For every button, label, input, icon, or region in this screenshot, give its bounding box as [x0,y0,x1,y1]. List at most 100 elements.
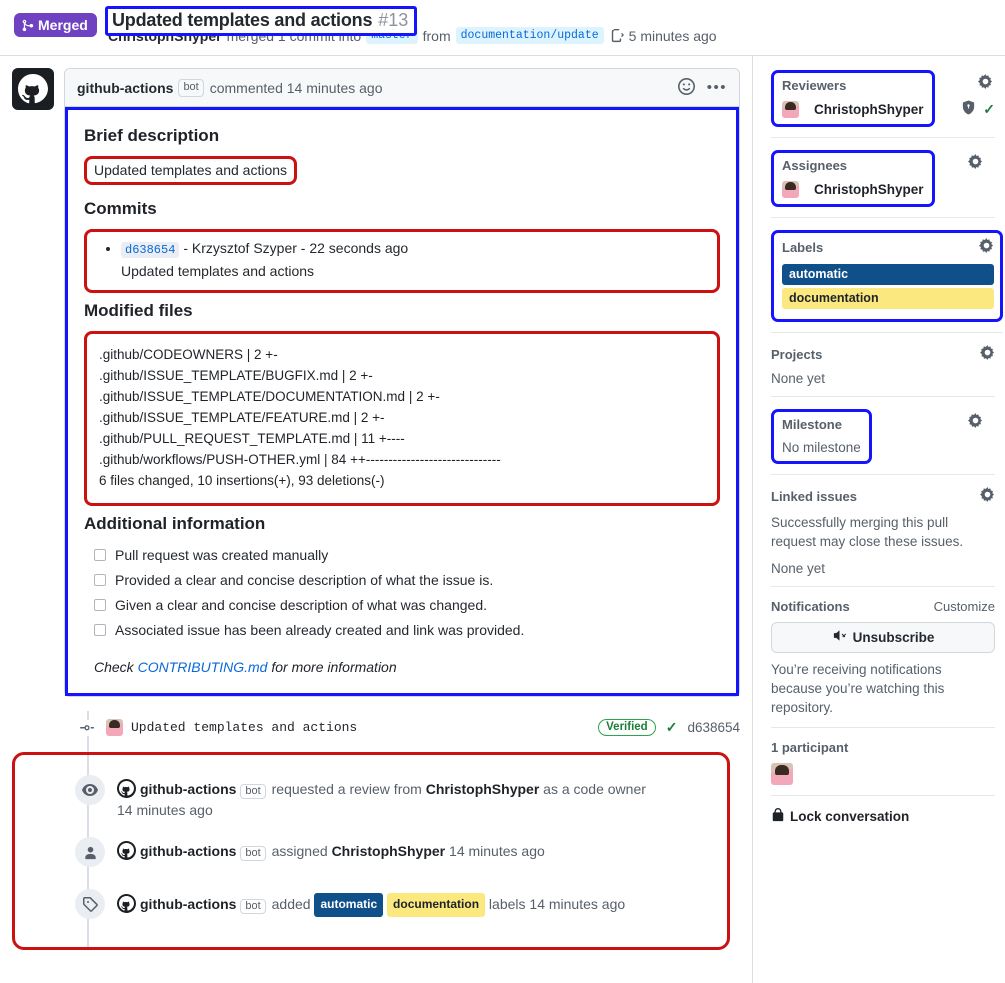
list-item: d638654 - Krzysztof Szyper - 22 seconds … [121,238,707,282]
milestone-annotation: Milestone No milestone [771,409,872,464]
timeline-event-review-requested: github-actions bot requested a review fro… [15,767,727,829]
sidebar-section-notifications: Notifications Customize Unsubscribe You’… [771,599,995,728]
lock-conversation-label: Lock conversation [790,809,910,824]
assignees-heading: Assignees [782,158,924,173]
kebab-menu-icon[interactable]: ••• [707,80,727,95]
check-icon: ✓ [665,719,678,735]
comment-block: github-actions bot commented 14 minutes … [0,56,752,697]
gear-icon[interactable] [979,238,994,256]
event-text-before: assigned [271,843,328,859]
checkbox-unchecked[interactable] [94,624,106,636]
participants-count: 1 participant [771,740,849,755]
sidebar-section-linked-issues: Linked issues Successfully merging this … [771,487,995,587]
commit-message-text[interactable]: Updated templates and actions [131,720,357,735]
list-item: Provided a clear and concise description… [94,569,720,591]
bot-badge: bot [240,899,266,914]
merge-time: 5 minutes ago [628,27,717,44]
status-badge-label-automatic[interactable]: automatic [314,893,384,917]
timeline-event-assigned: github-actions bot assigned ChristophShyp… [15,829,727,881]
gear-icon[interactable] [968,154,983,172]
sidebar-section-assignees: Assignees ChristophShyper [771,150,995,218]
brief-description-value: Updated templates and actions [84,156,298,185]
sidebar-section-milestone: Milestone No milestone [771,409,995,475]
reviewers-annotation: Reviewers ChristophShyper [771,70,935,127]
mute-icon [832,628,847,646]
checkbox-unchecked[interactable] [94,549,106,561]
event-text: github-actions bot added automatic docume… [117,889,625,917]
lock-conversation-button[interactable]: Lock conversation [771,808,995,825]
assignee-row[interactable]: ChristophShyper [782,181,924,198]
comment-header: github-actions bot commented 14 minutes … [65,69,739,107]
status-badge-label-automatic[interactable]: automatic [782,264,994,285]
reviewers-heading: Reviewers [782,78,924,93]
event-subject[interactable]: ChristophShyper [426,781,540,797]
commits-annotation: d638654 - Krzysztof Szyper - 22 seconds … [84,229,720,293]
event-author[interactable]: github-actions [140,843,236,859]
gear-icon[interactable] [978,74,993,92]
customize-link[interactable]: Customize [934,599,995,614]
avatar [782,101,799,118]
assignees-title: Assignees [782,158,848,173]
avatar [782,181,799,198]
assignee-name: ChristophShyper [814,182,924,197]
sidebar-section-participants: 1 participant [771,740,995,796]
pr-number: #13 [378,10,409,30]
smiley-icon[interactable] [677,77,695,98]
status-badge-label-documentation[interactable]: documentation [782,288,994,309]
event-subject[interactable]: ChristophShyper [332,843,446,859]
checklist-label: Associated issue has been already create… [115,622,525,638]
github-actions-mini-avatar [117,894,136,913]
head-branch-tag[interactable]: documentation/update [455,27,604,44]
footnote-pre: Check [94,659,134,675]
bot-badge: bot [178,78,204,97]
brief-description-heading: Brief description [84,126,220,145]
unsubscribe-button[interactable]: Unsubscribe [771,622,995,653]
user-avatar[interactable] [106,719,123,736]
commit-meta: - Krzysztof Szyper - 22 seconds ago [183,240,409,256]
checkbox-unchecked[interactable] [94,574,106,586]
github-actions-mini-avatar [117,779,136,798]
tag-icon [75,889,105,919]
labels-annotation: Labels automatic documentation [771,230,1003,322]
linked-issues-heading: Linked issues [771,487,995,505]
checklist-label: Provided a clear and concise description… [115,572,494,588]
milestone-value: No milestone [782,440,861,455]
event-text-before: requested a review from [271,781,422,797]
contributing-link[interactable]: CONTRIBUTING.md [138,659,268,675]
linked-issues-title: Linked issues [771,488,857,504]
lock-icon [771,808,785,825]
status-badge-verified: Verified [598,719,656,736]
reviewer-row[interactable]: ChristophShyper [782,101,924,118]
commit-sha-chip[interactable]: d638654 [121,242,180,258]
event-author[interactable]: github-actions [140,896,236,912]
event-text: github-actions bot requested a review fro… [117,775,646,821]
copy-branch-icon[interactable] [609,28,624,43]
pr-title-text: Updated templates and actions [112,10,373,30]
commit-sha[interactable]: d638654 [687,720,740,735]
github-actions-avatar[interactable] [12,68,54,110]
status-badge-merged: Merged [14,13,97,37]
avatar[interactable] [771,763,793,785]
page-title: Updated templates and actions #13 [105,6,418,36]
event-time: 14 minutes ago [529,896,626,912]
gear-icon[interactable] [968,413,983,431]
linked-issues-note: Successfully merging this pull request m… [771,515,964,549]
gear-icon[interactable] [980,345,995,363]
notifications-note: You’re receiving notifications because y… [771,662,945,715]
timeline-events-group: github-actions bot requested a review fro… [12,752,730,950]
unsubscribe-label: Unsubscribe [852,629,935,645]
notifications-title: Notifications [771,599,850,614]
comment-author[interactable]: github-actions [77,80,173,96]
checkbox-unchecked[interactable] [94,599,106,611]
event-time: 14 minutes ago [449,843,545,859]
commit-message: Updated templates and actions [121,263,315,279]
projects-title: Projects [771,346,823,362]
event-time: 14 minutes ago [117,802,213,818]
sidebar: Reviewers ChristophShyper ✓ Assignees Ch… [752,56,1005,983]
assignees-annotation: Assignees ChristophShyper [771,150,935,207]
event-author[interactable]: github-actions [140,781,236,797]
gear-icon[interactable] [980,487,995,505]
status-badge-label-documentation[interactable]: documentation [387,893,486,917]
check-icon: ✓ [983,100,995,117]
from-text: from [422,27,451,44]
